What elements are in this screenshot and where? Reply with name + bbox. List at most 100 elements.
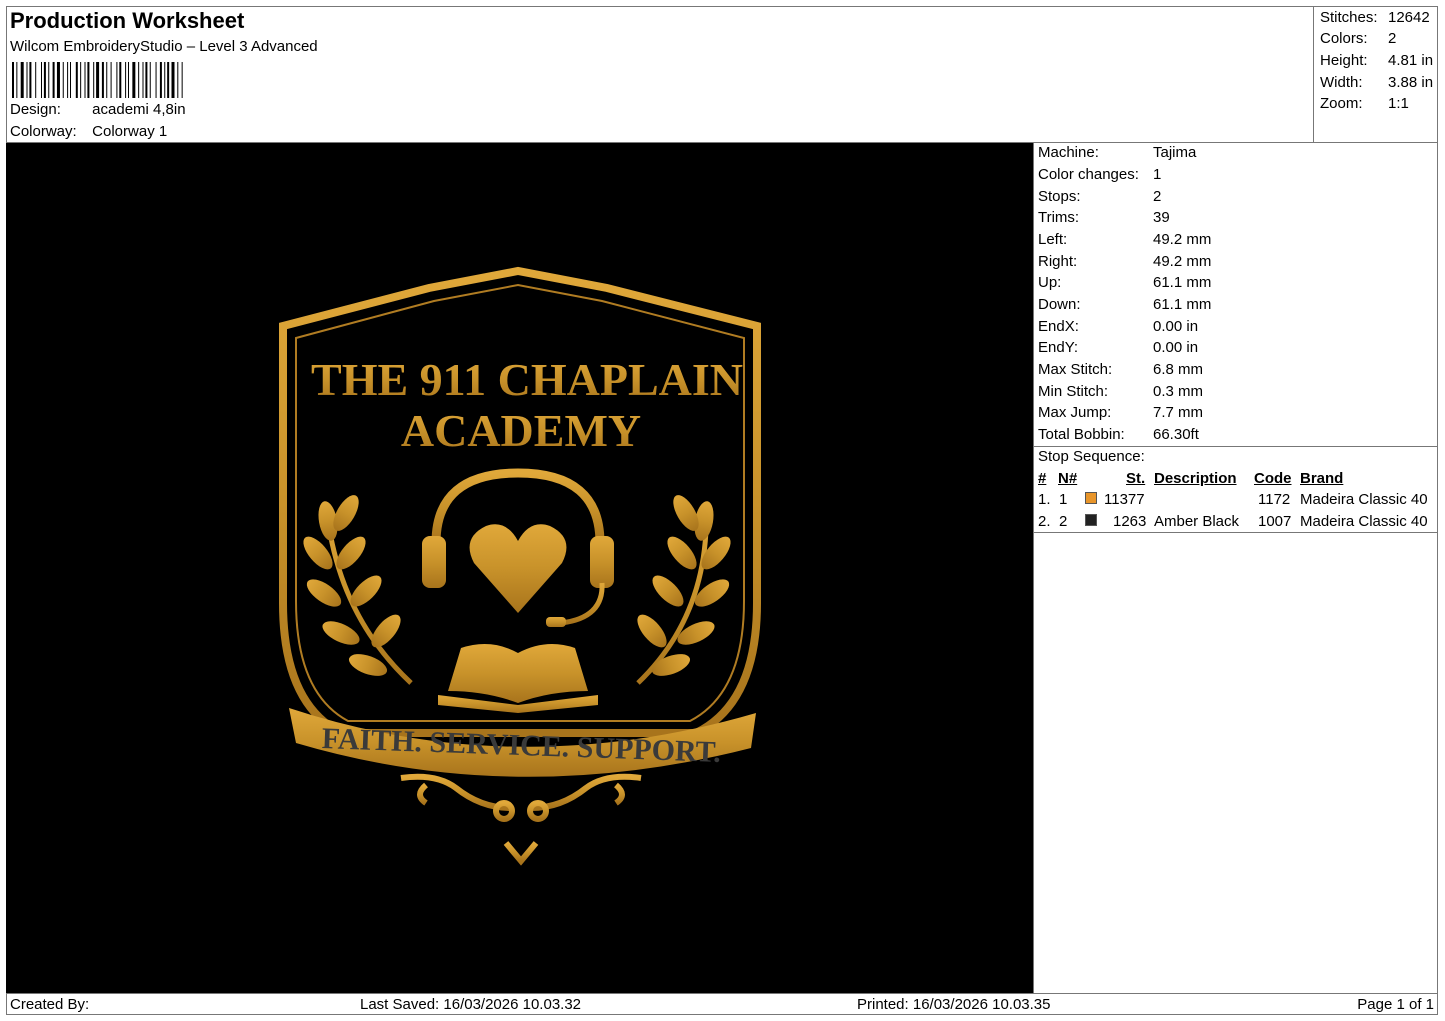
barcode-image [12, 62, 183, 98]
barcode-bar [177, 62, 179, 98]
barcode-bar [119, 62, 122, 98]
motto-banner: FAITH. SERVICE. SUPPORT. [289, 708, 756, 777]
barcode-bar [26, 62, 28, 98]
summary-row: Height: 4.81 in [1320, 52, 1433, 69]
design-label: Design: [10, 101, 61, 118]
row-brand: Madeira Classic 40 [1300, 513, 1428, 530]
barcode-bar [128, 62, 129, 98]
barcode-bar [125, 62, 127, 98]
machine-info-panel: Machine: Tajima Color changes: 1 Stops: 2 T… [1033, 143, 1438, 993]
summary-label: Zoom: [1320, 95, 1363, 112]
info-value: 49.2 mm [1153, 253, 1212, 270]
row-stitches: 11377 [1104, 491, 1145, 508]
info-row: Machine: Tajima [1038, 144, 1196, 161]
info-row: Color changes: 1 [1038, 166, 1161, 183]
summary-value: 4.81 in [1388, 52, 1434, 69]
barcode-bar [110, 62, 112, 98]
info-value: 0.3 mm [1153, 383, 1204, 400]
barcode-bar [16, 62, 18, 98]
colorway-row: Colorway: Colorway 1 [10, 123, 167, 140]
summary-value: 12642 [1388, 9, 1430, 26]
barcode-bar [96, 62, 100, 98]
page-title: Production Worksheet [10, 8, 245, 33]
info-label: EndY: [1038, 339, 1079, 356]
info-value: Tajima [1153, 144, 1197, 161]
barcode-bar [167, 62, 170, 98]
barcode-bar [145, 62, 148, 98]
barcode-bar [75, 62, 78, 98]
info-row: Left: 49.2 mm [1038, 231, 1211, 248]
barcode-bar [93, 62, 95, 98]
thread-color-swatch [1085, 492, 1097, 504]
info-row: Stops: 2 [1038, 188, 1161, 205]
row-code: 1007 [1258, 513, 1292, 530]
design-title-line2: ACADEMY [401, 405, 641, 456]
worksheet-footer: Created By: Last Saved: 16/03/2026 10.03… [6, 993, 1438, 1015]
info-row: Down: 61.1 mm [1038, 296, 1211, 313]
barcode-bar [164, 62, 166, 98]
info-value: 6.8 mm [1153, 361, 1204, 378]
info-row: Right: 49.2 mm [1038, 253, 1211, 270]
col-header-code: Code [1254, 470, 1292, 487]
info-row: Max Stitch: 6.8 mm [1038, 361, 1203, 378]
colorway-label: Colorway: [10, 123, 77, 140]
col-header-description: Description [1154, 470, 1237, 487]
info-label: Trims: [1038, 209, 1080, 226]
info-label: Total Bobbin: [1038, 426, 1125, 443]
info-row: Up: 61.1 mm [1038, 274, 1211, 291]
created-by: Created By: [10, 996, 90, 1013]
barcode-bar [12, 62, 14, 98]
row-description: Amber Black [1154, 513, 1240, 530]
design-title-line1: THE 911 CHAPLAIN [311, 354, 743, 405]
barcode-bar [87, 62, 90, 98]
summary-row: Stitches: 12642 [1320, 9, 1430, 26]
design-preview: THE 911 CHAPLAIN ACADEMY FAITH. SERVICE.… [6, 143, 1033, 993]
info-label: Stops: [1038, 188, 1081, 205]
barcode-bar [171, 62, 175, 98]
barcode-bar [35, 62, 37, 98]
design-value: academi 4,8in [92, 101, 186, 118]
printed-date: Printed: 16/03/2026 10.03.35 [857, 996, 1051, 1013]
info-row: Max Jump: 7.7 mm [1038, 404, 1203, 421]
info-row: Trims: 39 [1038, 209, 1170, 226]
info-label: Color changes: [1038, 166, 1139, 183]
info-row: Total Bobbin: 66.30ft [1038, 426, 1199, 443]
summary-value: 3.88 in [1388, 74, 1434, 91]
barcode-bar [101, 62, 104, 98]
last-saved: Last Saved: 16/03/2026 10.03.32 [360, 996, 582, 1013]
info-value: 49.2 mm [1153, 231, 1212, 248]
info-row: EndY: 0.00 in [1038, 339, 1198, 356]
barcode-bar [80, 62, 82, 98]
barcode-bar [52, 62, 55, 98]
embroidery-design: THE 911 CHAPLAIN ACADEMY FAITH. SERVICE.… [279, 266, 761, 866]
summary-label: Colors: [1320, 30, 1368, 47]
barcode-bar [181, 62, 183, 98]
barcode-bar [62, 62, 64, 98]
software-name: Wilcom EmbroideryStudio – Level 3 Advanc… [10, 38, 318, 55]
info-label: EndX: [1038, 318, 1079, 335]
info-row: Min Stitch: 0.3 mm [1038, 383, 1203, 400]
barcode-bar [132, 62, 136, 98]
barcode-bar [43, 62, 46, 98]
colorway-value: Colorway 1 [92, 123, 168, 140]
laurel-left-icon [303, 495, 413, 685]
row-index: 2. [1038, 513, 1051, 530]
col-header-brand: Brand [1300, 470, 1344, 487]
open-book-icon [438, 644, 598, 713]
barcode-bar [116, 62, 118, 98]
flourish-ornament-icon [400, 773, 642, 866]
row-index: 1. [1038, 491, 1051, 508]
barcode-bar [41, 62, 42, 98]
info-label: Down: [1038, 296, 1081, 313]
info-value: 61.1 mm [1153, 274, 1212, 291]
info-value: 0.00 in [1153, 318, 1199, 335]
barcode-bar [159, 62, 162, 98]
summary-label: Stitches: [1320, 9, 1378, 26]
row-brand: Madeira Classic 40 [1300, 491, 1428, 508]
info-value: 66.30ft [1153, 426, 1199, 443]
barcode-bar [155, 62, 157, 98]
summary-value: 2 [1388, 30, 1397, 47]
worksheet-header: Production Worksheet Wilcom EmbroiderySt… [6, 6, 1314, 143]
row-code: 1172 [1258, 491, 1291, 508]
barcode-bar [56, 62, 60, 98]
